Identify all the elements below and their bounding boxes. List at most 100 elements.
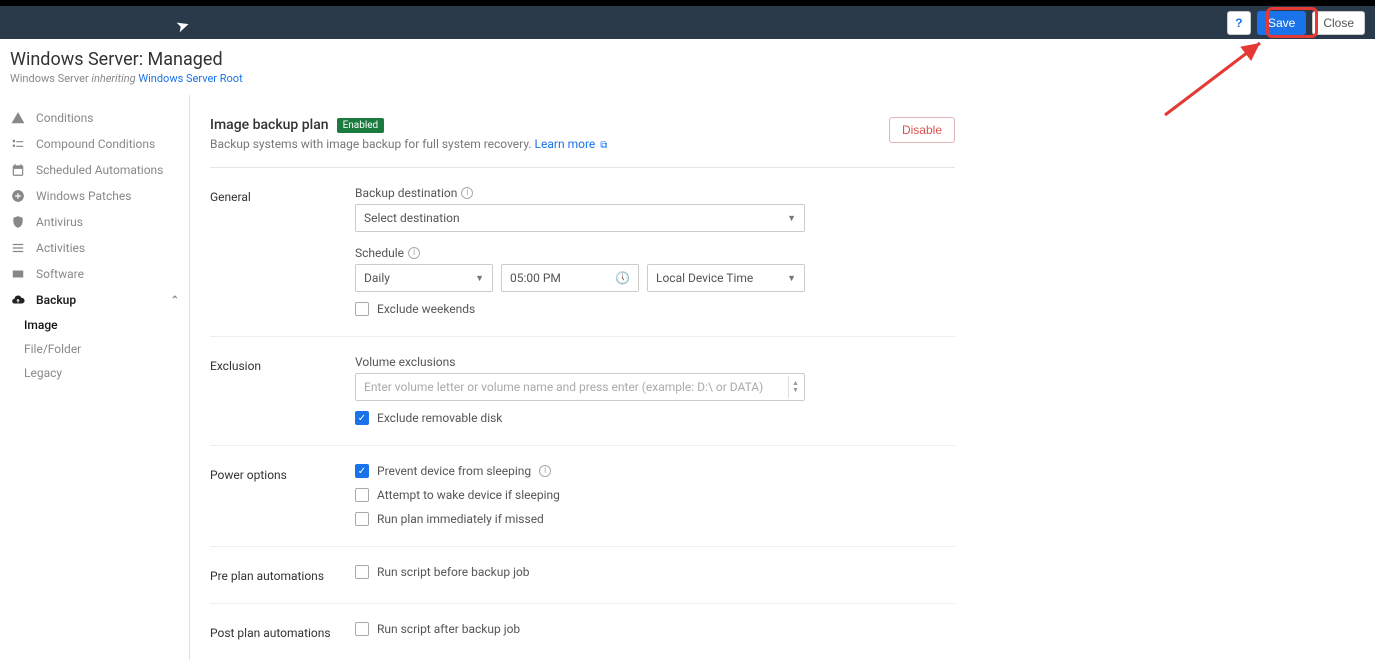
learn-more-link[interactable]: Learn more [535,137,596,151]
cursor-icon: ➤ [173,14,192,36]
sidebar-item-label: Conditions [36,111,93,125]
section-header: Image backup plan Enabled Backup systems… [210,117,955,168]
checkbox-unchecked[interactable] [355,622,369,636]
caret-down-icon: ▼ [787,213,796,224]
compound-icon [10,136,26,152]
run-if-missed-row[interactable]: Run plan immediately if missed [355,512,955,526]
topbar: ➤ ? Save Close [0,6,1375,39]
schedule-frequency-select[interactable]: Daily ▼ [355,264,493,292]
row-general: General Backup destination i Select dest… [210,168,955,316]
checkbox-unchecked[interactable] [355,302,369,316]
sidebar-item-label: Windows Patches [36,189,131,203]
subtitle-prefix: Windows Server [10,72,91,85]
checkbox-checked[interactable]: ✓ [355,411,369,425]
sidebar-sub-filefolder[interactable]: File/Folder [0,337,189,361]
sidebar-item-label: File/Folder [24,342,81,356]
shield-icon [10,214,26,230]
cloud-up-icon [10,292,26,308]
pre-plan-label: Pre plan automations [210,565,355,583]
sidebar-sub-image[interactable]: Image [0,313,189,337]
sidebar-item-label: Backup [36,293,76,307]
sidebar-item-activities[interactable]: Activities [0,235,189,261]
checkbox-unchecked[interactable] [355,488,369,502]
sidebar-item-backup[interactable]: Backup ⌃ [0,287,189,313]
exclude-weekends-row[interactable]: Exclude weekends [355,302,955,316]
sidebar-item-antivirus[interactable]: Antivirus [0,209,189,235]
attempt-wake-row[interactable]: Attempt to wake device if sleeping [355,488,955,502]
schedule-time-input[interactable]: 05:00 PM 🕔 [501,264,639,292]
run-after-row[interactable]: Run script after backup job [355,622,955,636]
run-before-row[interactable]: Run script before backup job [355,565,955,579]
checkbox-unchecked[interactable] [355,565,369,579]
content: Conditions Compound Conditions Scheduled… [0,95,1375,660]
section-description: Backup systems with image backup for ful… [210,137,607,151]
row-power: Power options ✓ Prevent device from slee… [210,446,955,526]
checkbox-label: Prevent device from sleeping [377,464,531,478]
plus-circle-icon [10,188,26,204]
info-icon[interactable]: i [408,247,420,259]
select-value: Select destination [364,211,460,225]
checkbox-unchecked[interactable] [355,512,369,526]
general-label: General [210,186,355,204]
input-placeholder: Enter volume letter or volume name and p… [364,380,763,394]
sidebar-item-scheduled[interactable]: Scheduled Automations [0,157,189,183]
card-icon [10,266,26,282]
close-button[interactable]: Close [1312,11,1365,35]
page-title: Windows Server: Managed [10,49,1375,70]
checkbox-checked[interactable]: ✓ [355,464,369,478]
sidebar-item-label: Compound Conditions [36,137,155,151]
power-label: Power options [210,464,355,482]
sidebar-sub-legacy[interactable]: Legacy [0,361,189,385]
backup-destination-select[interactable]: Select destination ▼ [355,204,805,232]
select-value: Local Device Time [656,271,753,285]
sidebar-item-label: Legacy [24,366,62,380]
sidebar-item-label: Image [24,318,58,332]
disable-button[interactable]: Disable [889,117,955,143]
page-subtitle: Windows Server inheriting Windows Server… [10,72,1375,85]
volume-exclusions-label: Volume exclusions [355,355,955,369]
save-button[interactable]: Save [1257,11,1306,35]
sidebar-item-label: Activities [36,241,85,255]
warning-icon [10,110,26,126]
checkbox-label: Run script before backup job [377,565,530,579]
subtitle-link[interactable]: Windows Server Root [138,72,242,85]
backup-destination-label: Backup destination i [355,186,955,200]
subtitle-inheriting: inheriting [91,72,135,85]
sidebar-item-label: Software [36,267,84,281]
info-icon[interactable]: i [539,465,551,477]
sidebar-item-software[interactable]: Software [0,261,189,287]
checkbox-label: Run plan immediately if missed [377,512,544,526]
row-post-plan: Post plan automations Run script after b… [210,604,955,640]
checkbox-label: Run script after backup job [377,622,520,636]
help-icon: ? [1235,16,1242,30]
enabled-badge: Enabled [337,118,385,133]
volume-exclusions-input[interactable]: Enter volume letter or volume name and p… [355,373,805,401]
external-link-icon: ⧉ [600,140,607,151]
input-value: 05:00 PM [510,271,561,285]
caret-down-icon: ▼ [787,273,796,284]
calendar-icon [10,162,26,178]
chevron-up-icon: ⌃ [171,295,179,306]
exclude-removable-row[interactable]: ✓ Exclude removable disk [355,411,955,425]
sidebar-item-label: Antivirus [36,215,83,229]
field-label-text: Volume exclusions [355,355,455,369]
field-label-text: Backup destination [355,186,457,200]
caret-down-icon: ▼ [475,273,484,284]
sidebar-item-conditions[interactable]: Conditions [0,105,189,131]
help-button[interactable]: ? [1227,11,1251,35]
checkbox-label: Attempt to wake device if sleeping [377,488,560,502]
prevent-sleep-row[interactable]: ✓ Prevent device from sleeping i [355,464,955,478]
sidebar-item-compound[interactable]: Compound Conditions [0,131,189,157]
section-title: Image backup plan [210,117,329,133]
info-icon[interactable]: i [461,187,473,199]
schedule-label: Schedule i [355,246,955,260]
stepper-icon[interactable]: ▲▼ [788,376,802,398]
sidebar-item-patches[interactable]: Windows Patches [0,183,189,209]
schedule-timezone-select[interactable]: Local Device Time ▼ [647,264,805,292]
clock-icon: 🕔 [615,271,630,285]
select-value: Daily [364,271,390,285]
row-pre-plan: Pre plan automations Run script before b… [210,547,955,583]
exclusion-label: Exclusion [210,355,355,373]
sidebar: Conditions Compound Conditions Scheduled… [0,95,190,660]
section-desc-text: Backup systems with image backup for ful… [210,137,532,151]
